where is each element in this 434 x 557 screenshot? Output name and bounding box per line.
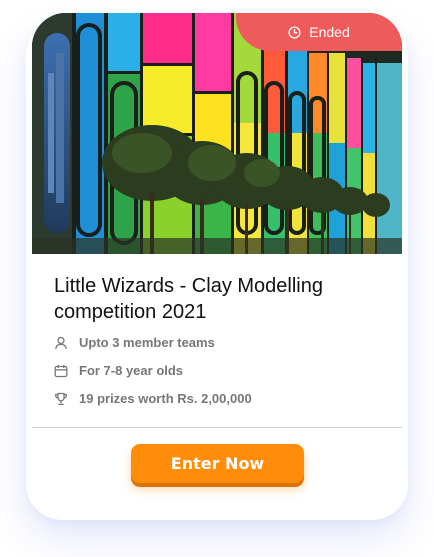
team-size-text: Upto 3 member teams	[79, 335, 215, 350]
calendar-icon	[54, 364, 68, 377]
status-label: Ended	[309, 24, 350, 40]
clock-icon	[288, 25, 301, 39]
status-badge: Ended	[236, 13, 402, 51]
competition-title: Little Wizards - Clay Modelling competit…	[54, 275, 323, 323]
prizes-row: 19 prizes worth Rs. 2,00,000	[54, 391, 252, 406]
user-icon	[55, 336, 67, 349]
age-group-text: For 7-8 year olds	[79, 363, 184, 378]
competition-card[interactable]: Ended Little Wizards - Clay Modelling co…	[32, 13, 402, 505]
page: Ended Little Wizards - Clay Modelling co…	[0, 0, 434, 557]
prizes-text: 19 prizes worth Rs. 2,00,000	[79, 391, 252, 406]
enter-now-button[interactable]: Enter Now	[131, 444, 304, 483]
team-size-row: Upto 3 member teams	[54, 335, 215, 350]
divider	[32, 427, 402, 428]
age-group-row: For 7-8 year olds	[54, 363, 183, 378]
trophy-icon	[54, 392, 68, 405]
